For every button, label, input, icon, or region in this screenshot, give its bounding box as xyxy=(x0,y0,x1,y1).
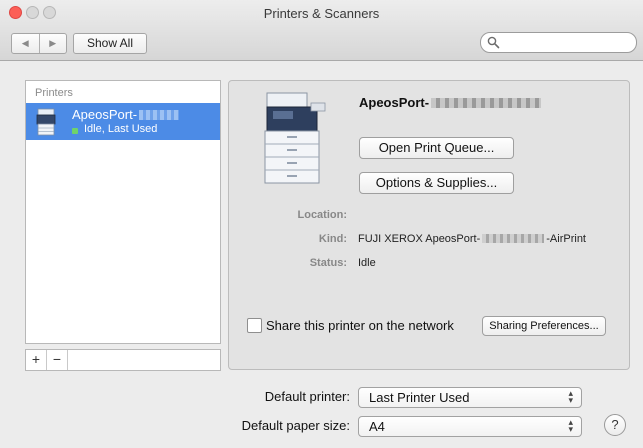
show-all-button[interactable]: Show All xyxy=(73,33,147,54)
popup-arrows-icon: ▴ ▾ xyxy=(568,388,573,405)
default-paper-size-label: Default paper size: xyxy=(241,418,350,433)
forward-arrow-icon[interactable]: ▶ xyxy=(38,34,67,53)
options-supplies-button[interactable]: Options & Supplies... xyxy=(359,172,514,194)
sharing-preferences-button[interactable]: Sharing Preferences... xyxy=(482,316,606,336)
share-printer-checkbox[interactable] xyxy=(247,318,262,333)
printer-list-item-name: ApeosPort- xyxy=(72,107,180,122)
list-controls: + − xyxy=(25,349,221,371)
default-printer-label: Default printer: xyxy=(264,389,350,404)
window-title: Printers & Scanners xyxy=(263,6,380,21)
printers-scanners-window: Printers & Scanners ◀ ▶ Show All Printer… xyxy=(0,0,643,448)
location-label: Location: xyxy=(297,209,348,221)
open-print-queue-button[interactable]: Open Print Queue... xyxy=(359,137,514,159)
default-paper-size-value: A4 xyxy=(369,419,385,434)
default-printer-value: Last Printer Used xyxy=(369,390,470,405)
help-button[interactable]: ? xyxy=(604,414,626,436)
search-field[interactable] xyxy=(480,32,637,53)
default-printer-select[interactable]: Last Printer Used ▴ ▾ xyxy=(358,387,582,408)
printers-header: Printers xyxy=(35,87,73,99)
status-label: Status: xyxy=(309,257,347,269)
printer-list: Printers ApeosPort- Idle, Last Used xyxy=(25,80,221,344)
printer-detail-panel: ApeosPort- Open Print Queue... Options &… xyxy=(228,80,630,370)
printer-list-item[interactable]: ApeosPort- Idle, Last Used xyxy=(26,103,220,140)
printer-icon xyxy=(264,92,326,184)
kind-value: FUJI XEROX ApeosPort- -AirPrint xyxy=(358,233,586,245)
remove-printer-button[interactable]: − xyxy=(47,350,68,370)
redacted-model xyxy=(139,110,180,120)
search-icon xyxy=(487,36,500,49)
redacted-model xyxy=(482,234,545,243)
status-value: Idle xyxy=(358,257,376,269)
status-indicator-icon xyxy=(72,128,78,134)
redacted-model xyxy=(431,98,542,108)
titlebar: Printers & Scanners ◀ ▶ Show All xyxy=(0,0,643,61)
popup-arrows-icon: ▴ ▾ xyxy=(568,417,573,434)
share-printer-label[interactable]: Share this printer on the network xyxy=(266,318,454,333)
printer-name-heading: ApeosPort- xyxy=(359,95,542,110)
printer-icon xyxy=(36,108,56,136)
add-printer-button[interactable]: + xyxy=(26,350,47,370)
back-forward-control: ◀ ▶ xyxy=(11,33,67,54)
kind-label: Kind: xyxy=(318,233,347,245)
printer-list-item-status: Idle, Last Used xyxy=(84,123,158,135)
back-arrow-icon[interactable]: ◀ xyxy=(12,34,39,53)
default-paper-size-select[interactable]: A4 ▴ ▾ xyxy=(358,416,582,437)
